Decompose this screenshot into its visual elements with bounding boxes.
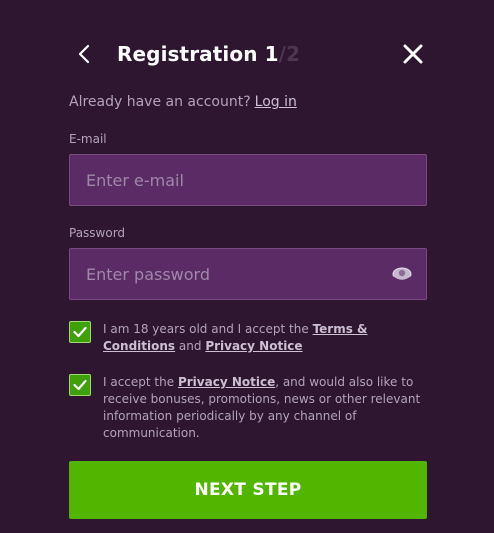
terms-checkbox[interactable]: [69, 321, 91, 343]
email-field-wrapper: [69, 154, 427, 206]
terms-consent-text: I am 18 years old and I accept the Terms…: [103, 321, 423, 355]
chevron-left-icon: [78, 44, 90, 64]
close-icon: [403, 44, 423, 64]
email-label: E-mail: [69, 132, 107, 146]
close-button[interactable]: [400, 41, 426, 67]
step-current: 1: [264, 42, 279, 66]
title-text: Registration: [117, 42, 258, 66]
password-field[interactable]: [70, 249, 426, 299]
checkmark-icon: [73, 326, 87, 338]
next-step-button[interactable]: NEXT STEP: [69, 461, 427, 519]
login-prompt: Already have an account? Log in: [69, 92, 297, 112]
marketing-text-before: I accept the: [103, 375, 175, 389]
login-link[interactable]: Log in: [255, 94, 297, 110]
step-total: /2: [278, 42, 301, 66]
terms-text-and: and: [178, 339, 202, 353]
login-prompt-text: Already have an account?: [69, 94, 251, 110]
password-visibility-toggle[interactable]: [392, 265, 412, 283]
privacy-link[interactable]: Privacy Notice: [205, 339, 302, 353]
password-field-wrapper: [69, 248, 427, 300]
email-field[interactable]: [70, 155, 426, 205]
back-button[interactable]: [72, 41, 96, 67]
password-label: Password: [69, 226, 126, 240]
marketing-privacy-link[interactable]: Privacy Notice: [178, 375, 275, 389]
terms-text-before: I am 18 years old and I accept the: [103, 322, 309, 336]
marketing-consent-text: I accept the Privacy Notice, and would a…: [103, 374, 423, 442]
marketing-checkbox[interactable]: [69, 374, 91, 396]
eye-icon: [392, 267, 412, 282]
page-title: Registration 1/2: [117, 41, 300, 67]
checkmark-icon: [73, 379, 87, 391]
registration-header: Registration 1/2 Already have an account…: [0, 0, 494, 110]
